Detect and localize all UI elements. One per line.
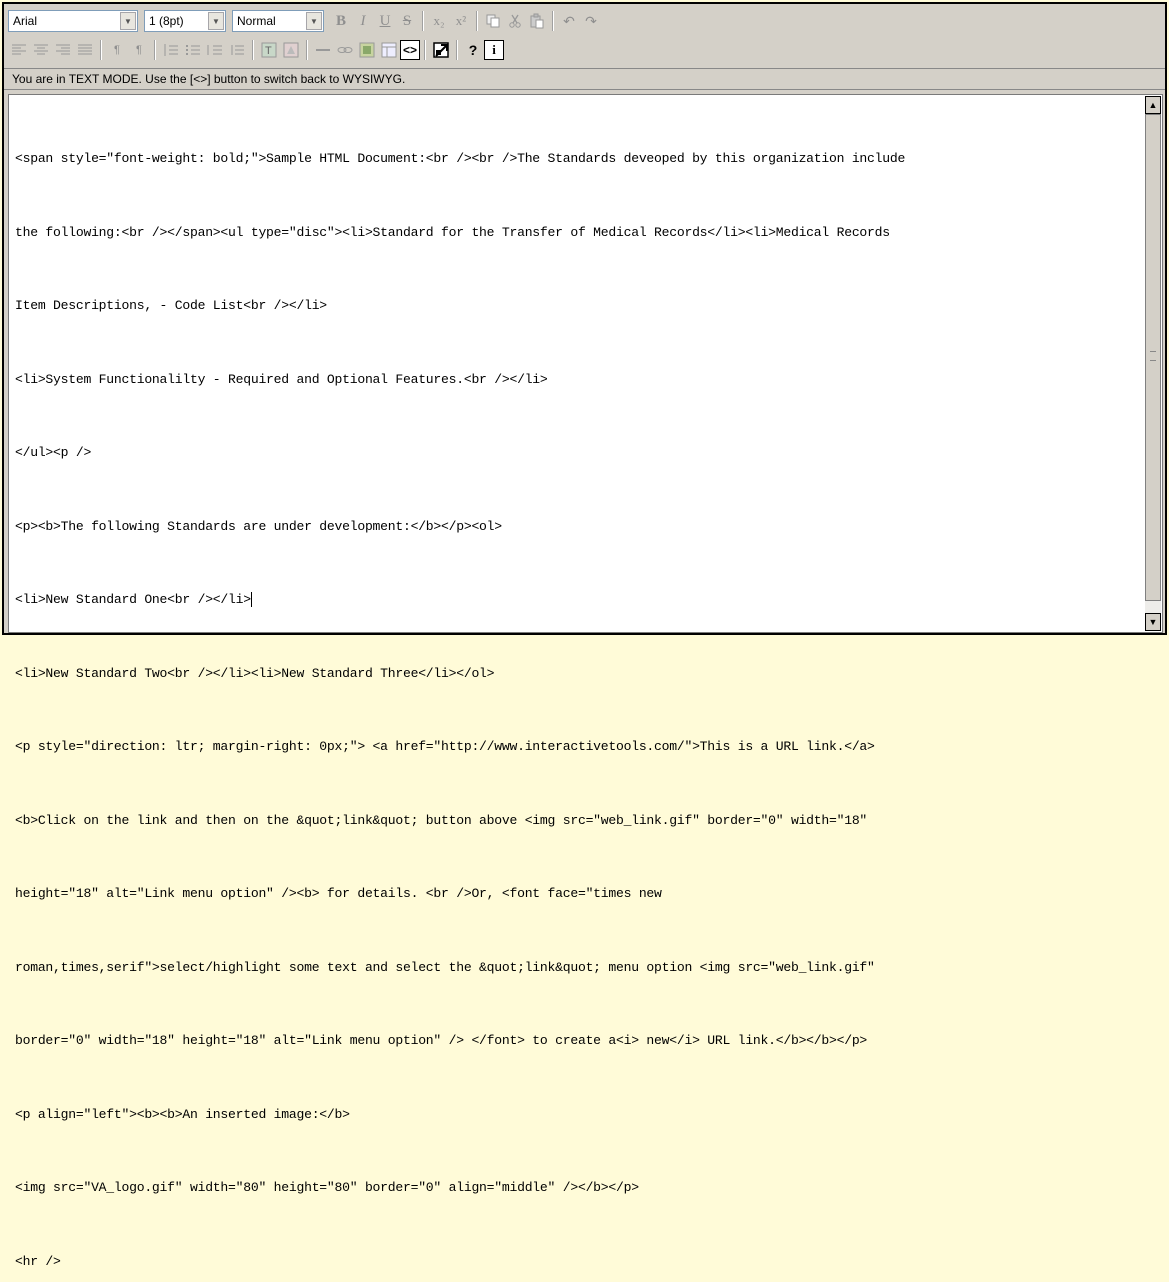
font-family-value: Arial <box>13 14 38 28</box>
undo-icon[interactable]: ↶ <box>558 10 580 32</box>
help-icon[interactable]: ? <box>462 39 484 61</box>
rtl-icon[interactable]: ¶ <box>128 39 150 61</box>
bold-glyph: B <box>335 12 346 29</box>
code-line: <p><b>The following Standards are under … <box>15 518 502 534</box>
outdent-icon[interactable] <box>204 39 226 61</box>
scrollbar-thumb[interactable] <box>1145 114 1161 601</box>
toggle-html-glyph: <> <box>402 43 417 57</box>
toolbar-separator <box>456 40 458 60</box>
justify-icon[interactable] <box>74 39 96 61</box>
svg-text:T: T <box>265 45 272 57</box>
font-size-select[interactable]: 1 (8pt) ▼ <box>144 10 226 32</box>
code-line: <li>System Functionalilty - Required and… <box>15 371 548 387</box>
indent-icon[interactable] <box>226 39 248 61</box>
strikethrough-icon[interactable]: S <box>396 10 418 32</box>
subscript-icon[interactable]: x₂ <box>428 10 450 32</box>
toolbar-separator <box>306 40 308 60</box>
toolbar-separator <box>476 11 478 31</box>
redo-icon[interactable]: ↷ <box>580 10 602 32</box>
code-line: <li>New Standard Two<br /></li><li>New S… <box>15 665 495 681</box>
highlight-color-icon[interactable] <box>280 39 302 61</box>
chevron-down-icon[interactable]: ▼ <box>306 12 322 30</box>
toolbar-separator <box>424 40 426 60</box>
source-code: <span style="font-weight: bold;">Sample … <box>15 98 1137 1282</box>
image-icon[interactable] <box>356 39 378 61</box>
grip-icon <box>1150 351 1156 361</box>
code-line: <img src="VA_logo.gif" width="80" height… <box>15 1180 639 1195</box>
code-line: Item Descriptions, - Code List<br /></li… <box>15 298 327 313</box>
underline-icon[interactable]: U <box>374 10 396 32</box>
editor-window: Arial ▼ 1 (8pt) ▼ Normal ▼ B I U S x₂ x² <box>2 2 1167 1269</box>
font-family-select[interactable]: Arial ▼ <box>8 10 138 32</box>
code-line: <b>Click on the link and then on the &qu… <box>15 812 868 828</box>
ordered-list-icon[interactable] <box>160 39 182 61</box>
mode-message: You are in TEXT MODE. Use the [<>] butto… <box>4 68 1165 90</box>
copy-icon[interactable] <box>482 10 504 32</box>
code-line: <p align="left"><b><b>An inserted image:… <box>15 1106 350 1122</box>
toolbar-separator <box>552 11 554 31</box>
subscript-glyph: x₂ <box>433 13 445 28</box>
toolbar-row-tools: ¶ ¶ T <> ? i <box>8 37 504 63</box>
horizontal-rule-icon[interactable] <box>312 39 334 61</box>
italic-glyph: I <box>360 12 366 29</box>
code-line: height="18" alt="Link menu option" /><b>… <box>15 886 662 901</box>
about-glyph: i <box>492 42 496 57</box>
cut-icon[interactable] <box>504 10 526 32</box>
font-size-value: 1 (8pt) <box>149 14 184 28</box>
code-line: roman,times,serif">select/highlight some… <box>15 959 875 975</box>
superscript-glyph: x² <box>455 13 467 28</box>
paragraph-style-select[interactable]: Normal ▼ <box>232 10 324 32</box>
code-line: border="0" width="18" height="18" alt="L… <box>15 1033 868 1048</box>
text-color-icon[interactable]: T <box>258 39 280 61</box>
strikethrough-glyph: S <box>402 12 412 29</box>
toolbar-row-format: Arial ▼ 1 (8pt) ▼ Normal ▼ B I U S x₂ x² <box>8 8 602 34</box>
chevron-down-icon[interactable]: ▼ <box>120 12 136 30</box>
about-icon[interactable]: i <box>484 40 504 60</box>
chevron-down-icon[interactable]: ▼ <box>208 12 224 30</box>
italic-icon[interactable]: I <box>352 10 374 32</box>
align-right-icon[interactable] <box>52 39 74 61</box>
align-left-icon[interactable] <box>8 39 30 61</box>
toggle-html-icon[interactable]: <> <box>400 40 420 60</box>
code-line-with-caret: <li>New Standard One<br /></li> <box>15 588 1137 613</box>
text-caret <box>250 592 252 608</box>
scroll-up-icon[interactable]: ▲ <box>1145 96 1161 114</box>
toolbar-separator <box>154 40 156 60</box>
table-icon[interactable] <box>378 39 400 61</box>
code-line: <li>New Standard One<br /></li> <box>15 592 251 607</box>
fullscreen-icon[interactable] <box>430 39 452 61</box>
code-line: <p style="direction: ltr; margin-right: … <box>15 739 875 754</box>
scroll-down-icon[interactable]: ▼ <box>1145 613 1161 631</box>
code-line: </ul><p /> <box>15 445 92 460</box>
paste-icon[interactable] <box>526 10 548 32</box>
underline-glyph: U <box>379 12 391 29</box>
toolbar-separator <box>422 11 424 31</box>
toolbar-separator <box>100 40 102 60</box>
toolbar-separator <box>252 40 254 60</box>
code-line: the following:<br /></span><ul type="dis… <box>15 224 890 240</box>
link-icon[interactable] <box>334 39 356 61</box>
align-center-icon[interactable] <box>30 39 52 61</box>
html-source-textarea[interactable]: <span style="font-weight: bold;">Sample … <box>8 94 1163 1269</box>
bold-icon[interactable]: B <box>330 10 352 32</box>
redo-glyph: ↷ <box>585 12 597 29</box>
vertical-scrollbar[interactable]: ▲ ▼ <box>1145 96 1161 631</box>
help-glyph: ? <box>468 42 478 58</box>
superscript-icon[interactable]: x² <box>450 10 472 32</box>
paragraph-style-value: Normal <box>237 14 276 28</box>
code-line: <hr /> <box>15 1253 61 1269</box>
undo-glyph: ↶ <box>563 12 575 29</box>
unordered-list-icon[interactable] <box>182 39 204 61</box>
ltr-icon[interactable]: ¶ <box>106 39 128 61</box>
code-line: <span style="font-weight: bold;">Sample … <box>15 151 906 166</box>
